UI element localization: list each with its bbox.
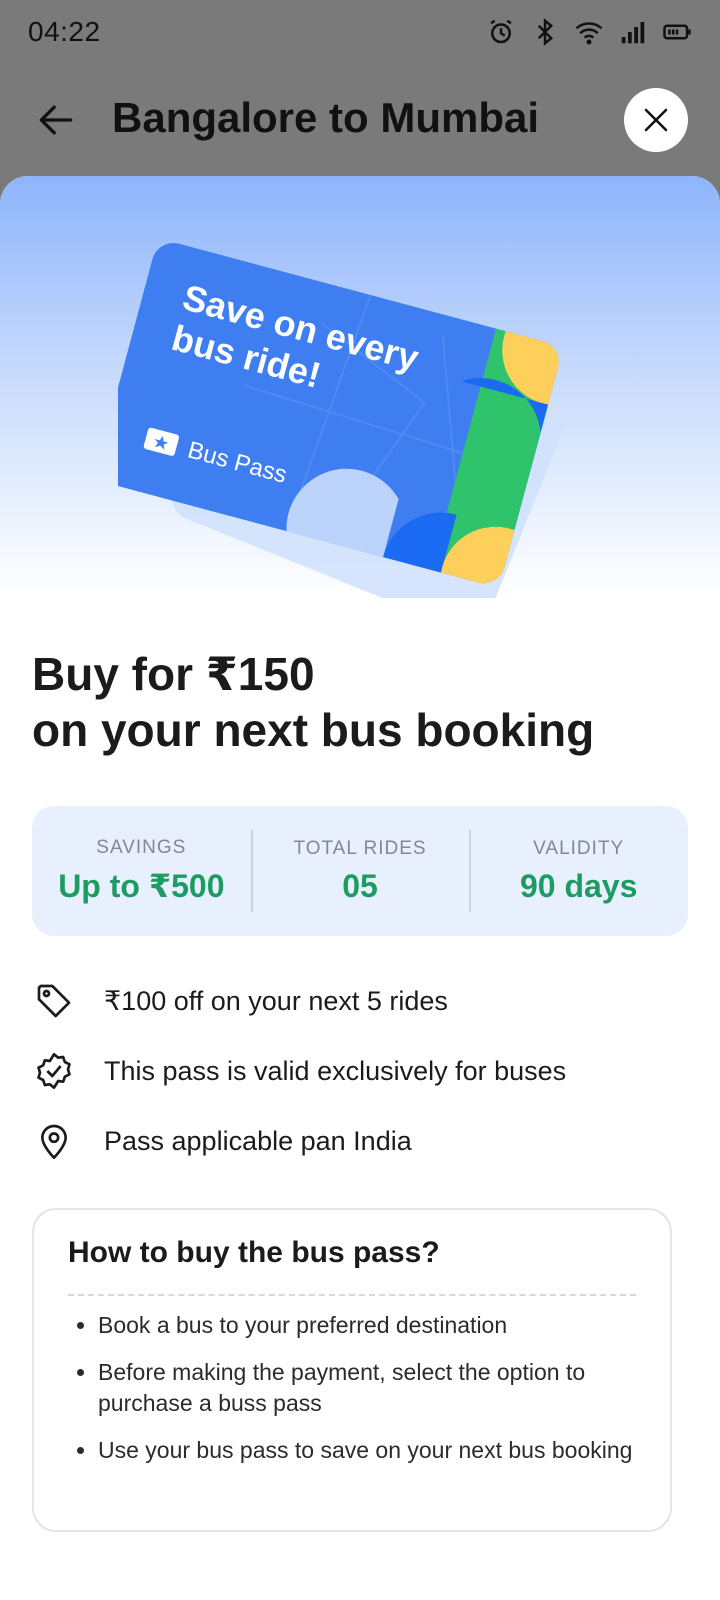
- feature-item: ₹100 off on your next 5 rides: [32, 966, 692, 1036]
- offer-subline: on your next bus booking: [32, 704, 595, 756]
- how-to-buy-title: How to buy the bus pass?: [68, 1236, 440, 1269]
- feature-list: ₹100 off on your next 5 rides This pass …: [32, 966, 692, 1176]
- tag-icon: [32, 979, 76, 1023]
- back-arrow-icon[interactable]: [34, 98, 78, 142]
- offer-price: Buy for ₹150: [32, 648, 315, 700]
- status-time: 04:22: [28, 16, 101, 47]
- list-item: Book a bus to your preferred destination: [98, 1310, 636, 1341]
- stat-label: SAVINGS: [96, 837, 187, 858]
- list-item: Use your bus pass to save on your next b…: [98, 1435, 636, 1466]
- close-button[interactable]: [624, 88, 688, 152]
- alarm-icon: [490, 19, 512, 44]
- feature-text: This pass is valid exclusively for buses: [104, 1055, 567, 1086]
- feature-text: Pass applicable pan India: [104, 1125, 412, 1156]
- signal-icon: [621, 22, 645, 44]
- stat-value: Up to ₹500: [58, 868, 225, 904]
- stat-value: 90 days: [519, 867, 638, 904]
- status-bar: 04:22: [0, 0, 720, 64]
- stat-value: 05: [342, 867, 378, 904]
- offer-headline: Buy for ₹150 on your next bus booking: [32, 646, 594, 758]
- bus-pass-card-illustration: Save on every bus ride! Bus Pass: [98, 238, 598, 630]
- top-bar: Bangalore to Mumbai: [0, 64, 720, 174]
- location-pin-icon: [32, 1119, 76, 1163]
- feature-text: ₹100 off on your next 5 rides: [104, 985, 448, 1016]
- page-title: Bangalore to Mumbai: [112, 94, 540, 141]
- battery-icon: [663, 24, 691, 40]
- bluetooth-icon: [537, 18, 554, 46]
- wifi-icon: [575, 22, 603, 45]
- status-icons: [486, 17, 692, 47]
- verified-badge-icon: [32, 1049, 76, 1093]
- stat-label: TOTAL RIDES: [293, 837, 427, 859]
- divider: [68, 1294, 636, 1296]
- stat-total-rides: TOTAL RIDES 05: [250, 806, 470, 936]
- close-icon: [644, 108, 668, 132]
- how-to-buy-card: How to buy the bus pass? Book a bus to y…: [32, 1208, 672, 1532]
- bus-pass-sheet: Save on every bus ride! Bus Pass Buy for…: [0, 176, 720, 1600]
- feature-item: This pass is valid exclusively for buses: [32, 1036, 692, 1106]
- stat-validity: VALIDITY 90 days: [469, 806, 688, 936]
- stat-label: VALIDITY: [533, 837, 625, 859]
- pass-stats: SAVINGS Up to ₹500 TOTAL RIDES 05 VALIDI…: [32, 806, 688, 936]
- feature-item: Pass applicable pan India: [32, 1106, 692, 1176]
- how-to-buy-steps: Book a bus to your preferred destination…: [68, 1310, 636, 1466]
- stat-savings: SAVINGS Up to ₹500: [32, 806, 251, 936]
- list-item: Before making the payment, select the op…: [98, 1357, 636, 1419]
